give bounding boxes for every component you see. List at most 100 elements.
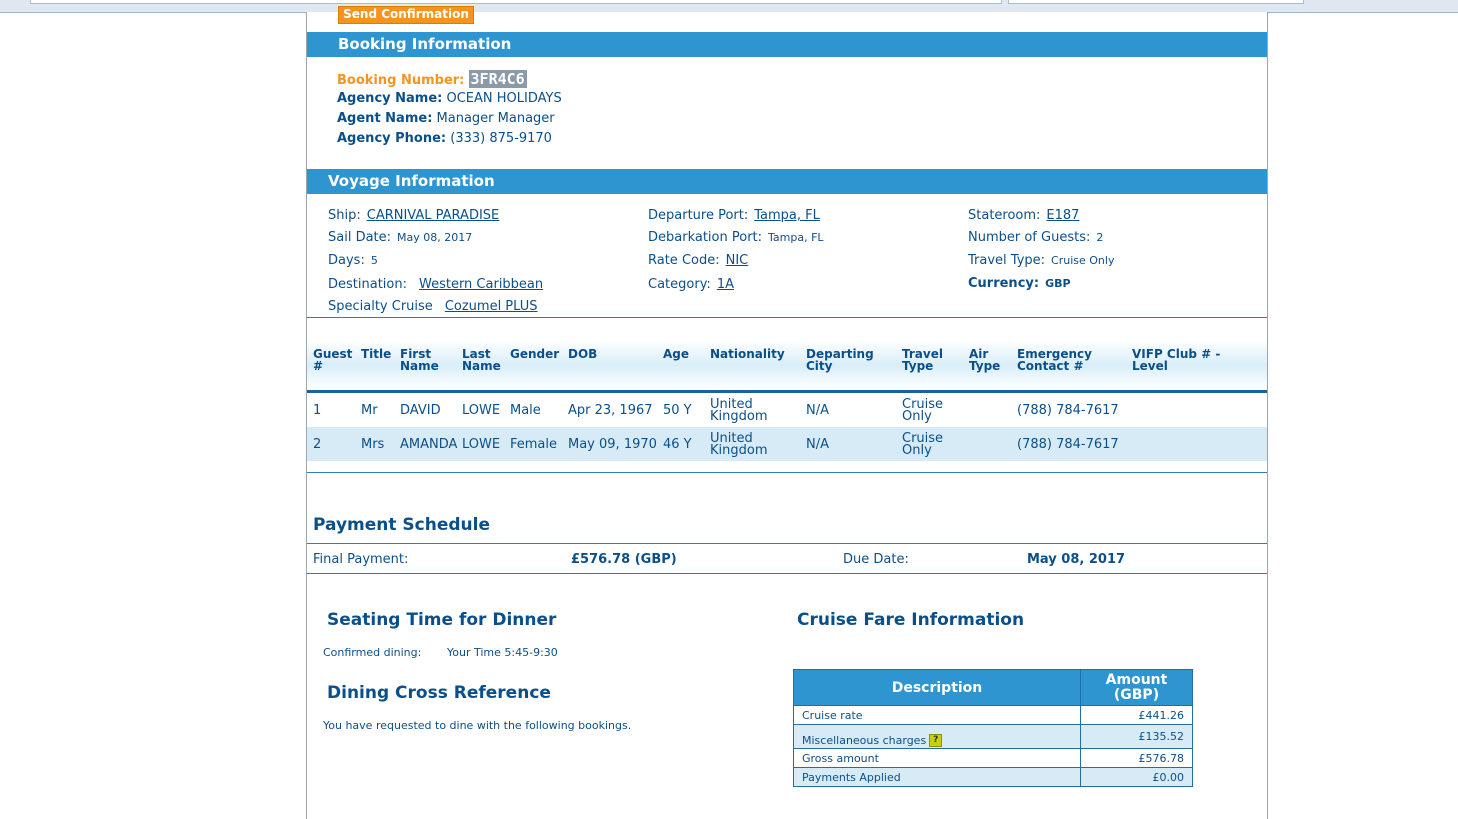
guest-departing-city: N/A	[806, 437, 829, 452]
fare-amount: £576.78	[1080, 748, 1193, 768]
agency-name: OCEAN HOLIDAYS	[446, 91, 562, 106]
guests-count-row: Number of Guests: 2	[968, 230, 1103, 245]
table-row: Miscellaneous charges? £135.52	[793, 724, 1193, 749]
ship-label: Ship:	[328, 208, 361, 223]
currency-label: Currency:	[968, 276, 1040, 291]
col-dob: DOB	[568, 347, 598, 361]
dining-time: Your Time 5:45-9:30	[447, 646, 558, 659]
guest-title: Mr	[361, 403, 378, 418]
table-row: 2 Mrs AMANDA LOWE Female May 09, 1970 46…	[307, 427, 1267, 461]
guest-age: 50 Y	[663, 403, 692, 418]
cruise-fare-title: Cruise Fare Information	[797, 610, 1025, 630]
ship-row: Ship: CARNIVAL PARADISE	[328, 208, 499, 223]
rate-code-link[interactable]: NIC	[726, 253, 749, 268]
guest-num: 2	[313, 437, 322, 452]
fare-amount: £441.26	[1080, 705, 1193, 725]
guest-nationality: United Kingdom	[710, 397, 768, 424]
fare-col-amount: Amount (GBP)	[1080, 669, 1193, 706]
guest-emergency-contact: (788) 784-7617	[1017, 403, 1119, 418]
guest-first-name: AMANDA	[400, 437, 458, 452]
help-icon[interactable]: ?	[929, 734, 943, 747]
seating-time-title: Seating Time for Dinner	[327, 610, 557, 630]
divider	[307, 317, 1267, 318]
due-date: May 08, 2017	[1027, 552, 1126, 567]
guest-nationality: United Kingdom	[710, 431, 768, 458]
fare-desc: Payments Applied	[793, 767, 1081, 787]
booking-panel: Send Confirmation Booking Information Bo…	[306, 6, 1268, 819]
days-row: Days: 5	[328, 253, 378, 268]
guest-dob: May 09, 1970	[568, 437, 657, 452]
dining-cross-reference-text: You have requested to dine with the foll…	[323, 719, 632, 732]
address-field[interactable]	[30, 0, 1002, 4]
sail-date-label: Sail Date:	[328, 230, 392, 245]
agency-phone: (333) 875-9170	[450, 131, 552, 146]
stateroom-label: Stateroom:	[968, 208, 1041, 223]
col-emergency-contact: Emergency Contact #	[1017, 347, 1092, 373]
table-row: Cruise rate £441.26	[793, 705, 1193, 725]
stateroom-link[interactable]: E187	[1046, 208, 1079, 223]
fare-desc: Cruise rate	[793, 705, 1081, 725]
agency-phone-row: Agency Phone: (333) 875-9170	[337, 131, 552, 146]
category-link[interactable]: 1A	[717, 277, 734, 292]
destination-row: Destination: Western Caribbean	[328, 277, 543, 292]
payment-schedule-title: Payment Schedule	[313, 515, 491, 535]
guest-departing-city: N/A	[806, 403, 829, 418]
destination-link[interactable]: Western Caribbean	[419, 277, 543, 292]
specialty-cruise-link[interactable]: Cozumel PLUS	[445, 299, 538, 314]
guest-gender: Male	[510, 403, 541, 418]
ship-link[interactable]: CARNIVAL PARADISE	[367, 208, 500, 223]
days: 5	[370, 254, 378, 267]
send-confirmation-button[interactable]: Send Confirmation	[338, 6, 474, 24]
agent-name-label: Agent Name:	[337, 111, 433, 126]
col-last-name: Last Name	[462, 347, 501, 373]
booking-number: 3FR4C6	[468, 70, 527, 88]
rate-code-row: Rate Code: NIC	[648, 253, 748, 268]
guests-count: 2	[1096, 231, 1104, 244]
search-field[interactable]	[1008, 0, 1304, 4]
dining-cross-reference-title: Dining Cross Reference	[327, 683, 551, 703]
specialty-cruise-row: Specialty Cruise Cozumel PLUS	[328, 299, 538, 314]
booking-number-row: Booking Number: 3FR4C6	[337, 70, 527, 88]
sail-date-row: Sail Date: May 08, 2017	[328, 230, 472, 245]
stateroom-row: Stateroom: E187	[968, 208, 1079, 223]
col-guest-num: Guest #	[313, 347, 353, 373]
rate-code-label: Rate Code:	[648, 253, 720, 268]
agency-name-row: Agency Name: OCEAN HOLIDAYS	[337, 91, 562, 106]
col-air-type: Air Type	[969, 347, 1001, 373]
confirmed-dining-label: Confirmed dining:	[323, 646, 422, 659]
agency-phone-label: Agency Phone:	[337, 131, 447, 146]
debarkation-port: Tampa, FL	[768, 231, 824, 244]
guests-count-label: Number of Guests:	[968, 230, 1091, 245]
table-row: Gross amount £576.78	[793, 748, 1193, 768]
fare-desc: Gross amount	[793, 748, 1081, 768]
table-row: Payments Applied £0.00	[793, 767, 1193, 787]
departure-port-link[interactable]: Tampa, FL	[754, 208, 820, 223]
fare-col-description: Description	[793, 669, 1081, 706]
col-vifp-club: VIFP Club # - Level	[1132, 347, 1221, 373]
agent-name-row: Agent Name: Manager Manager	[337, 111, 555, 126]
departure-port-label: Departure Port:	[648, 208, 749, 223]
fare-amount: £0.00	[1080, 767, 1193, 787]
guest-first-name: DAVID	[400, 403, 441, 418]
fare-desc-cell: Miscellaneous charges?	[793, 724, 1081, 749]
col-gender: Gender	[510, 347, 560, 361]
category-label: Category:	[648, 277, 711, 292]
travel-type-row: Travel Type: Cruise Only	[968, 253, 1114, 268]
guest-age: 46 Y	[663, 437, 692, 452]
travel-type: Cruise Only	[1051, 254, 1115, 267]
fare-amount: £135.52	[1080, 724, 1193, 749]
final-payment-amount: £576.78 (GBP)	[571, 552, 677, 567]
days-label: Days:	[328, 253, 365, 268]
debarkation-port-label: Debarkation Port:	[648, 230, 763, 245]
guest-emergency-contact: (788) 784-7617	[1017, 437, 1119, 452]
fare-desc: Miscellaneous charges	[802, 734, 927, 747]
travel-type-label: Travel Type:	[968, 253, 1046, 268]
agency-name-label: Agency Name:	[337, 91, 443, 106]
guest-table-header	[307, 340, 1267, 390]
booking-number-label: Booking Number:	[337, 73, 465, 88]
destination-label: Destination:	[328, 277, 407, 292]
specialty-cruise-label: Specialty Cruise	[328, 299, 433, 314]
divider	[307, 573, 1267, 574]
category-row: Category: 1A	[648, 277, 734, 292]
due-date-label: Due Date:	[843, 552, 909, 567]
